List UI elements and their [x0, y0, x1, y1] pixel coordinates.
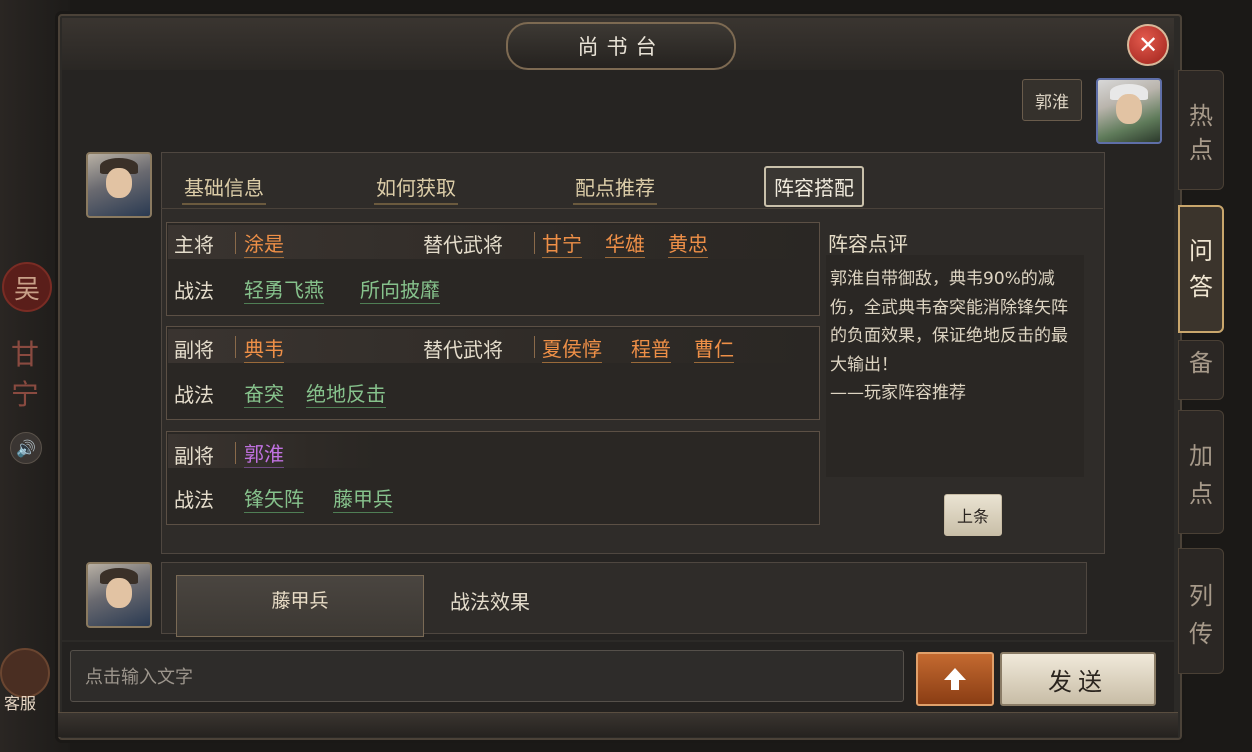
- side-tab-biography-label: 列传: [1189, 582, 1213, 648]
- tactic-link[interactable]: 轻勇飞燕: [244, 274, 324, 304]
- alt-label: 替代武将: [423, 338, 503, 362]
- tab-points-recommend[interactable]: 配点推荐: [573, 172, 657, 205]
- user-name-bubble: 郭淮: [1022, 79, 1082, 121]
- tactic-image[interactable]: 藤甲兵: [176, 575, 424, 637]
- alt-general[interactable]: 华雄: [605, 228, 645, 258]
- separator: [235, 336, 236, 358]
- customer-service-label[interactable]: 客服: [0, 690, 40, 714]
- message-input[interactable]: 点击输入文字: [70, 650, 904, 702]
- alt-general[interactable]: 甘宁: [542, 228, 582, 258]
- side-tab-points-label: 加点: [1189, 442, 1213, 508]
- separator: [235, 442, 236, 464]
- role-label: 副将: [174, 338, 214, 362]
- avatar-face: [106, 168, 132, 198]
- side-tab-points[interactable]: 加点: [1178, 410, 1224, 534]
- comment-signature: ——玩家阵容推荐: [830, 383, 966, 403]
- dialog-title: 尚书台: [506, 22, 736, 70]
- close-icon[interactable]: ✕: [1127, 24, 1169, 66]
- tactic-image-label: 藤甲兵: [271, 590, 329, 612]
- tab-lineup[interactable]: 阵容搭配: [764, 166, 864, 207]
- tactic-effect-title: 战法效果: [450, 590, 530, 614]
- separator: [534, 336, 535, 358]
- separator: [235, 232, 236, 254]
- tab-how-to-get[interactable]: 如何获取: [374, 172, 458, 205]
- tactics-label: 战法: [174, 488, 214, 512]
- general-name[interactable]: 郭淮: [244, 438, 284, 468]
- side-tab-hot-label: 热点: [1189, 102, 1213, 164]
- tactic-link[interactable]: 所向披靡: [360, 274, 440, 304]
- avatar-face: [106, 578, 132, 608]
- alt-label: 替代武将: [423, 233, 503, 257]
- tactic-link[interactable]: 藤甲兵: [333, 483, 393, 513]
- avatar-face: [1116, 94, 1142, 124]
- alt-general[interactable]: 夏侯惇: [542, 333, 602, 363]
- bot-avatar-2: [86, 562, 152, 628]
- side-tab-qa-label: 问答: [1189, 237, 1213, 301]
- faction-seal: 吴: [2, 262, 52, 312]
- comment-title: 阵容点评: [828, 232, 908, 256]
- role-label: 副将: [174, 444, 214, 468]
- previous-button[interactable]: 上条: [944, 494, 1002, 536]
- side-tab-equip[interactable]: 备: [1178, 340, 1224, 400]
- side-tab-hot[interactable]: 热点: [1178, 70, 1224, 190]
- comment-text: 郭淮自带御敌，典韦90%的减伤，全武典韦奋突能消除锋矢阵的负面效果，保证绝地反击…: [830, 265, 1080, 408]
- dialog-bottom-border: [58, 712, 1178, 737]
- tactic-link[interactable]: 绝地反击: [306, 378, 386, 408]
- tab-divider: [161, 208, 1103, 209]
- comment-body: 郭淮自带御敌，典韦90%的减伤，全武典韦奋突能消除锋矢阵的负面效果，保证绝地反击…: [830, 269, 1068, 375]
- separator: [534, 232, 535, 254]
- role-label: 主将: [174, 233, 214, 257]
- user-avatar[interactable]: [1096, 78, 1162, 144]
- tab-basic-info[interactable]: 基础信息: [182, 172, 266, 205]
- alt-general[interactable]: 程普: [631, 333, 671, 363]
- side-tab-biography[interactable]: 列传: [1178, 548, 1224, 674]
- tactic-link[interactable]: 奋突: [244, 378, 284, 408]
- side-tab-qa[interactable]: 问答: [1178, 205, 1224, 333]
- bot-avatar: [86, 152, 152, 218]
- send-button[interactable]: 发送: [1000, 652, 1156, 706]
- scroll-up-button[interactable]: [916, 652, 994, 706]
- arrow-up-icon: [944, 668, 966, 690]
- general-name[interactable]: 典韦: [244, 333, 284, 363]
- tactic-link[interactable]: 锋矢阵: [244, 483, 304, 513]
- alt-general[interactable]: 黄忠: [668, 228, 708, 258]
- alt-general[interactable]: 曹仁: [694, 333, 734, 363]
- speaker-icon[interactable]: 🔊: [10, 432, 42, 464]
- background-general-name: 甘宁: [10, 338, 39, 411]
- general-name[interactable]: 涂是: [244, 228, 284, 258]
- tactics-label: 战法: [174, 383, 214, 407]
- side-tab-equip-label: 备: [1189, 349, 1213, 377]
- tactics-label: 战法: [174, 279, 214, 303]
- faction-seal-text: 吴: [13, 274, 40, 305]
